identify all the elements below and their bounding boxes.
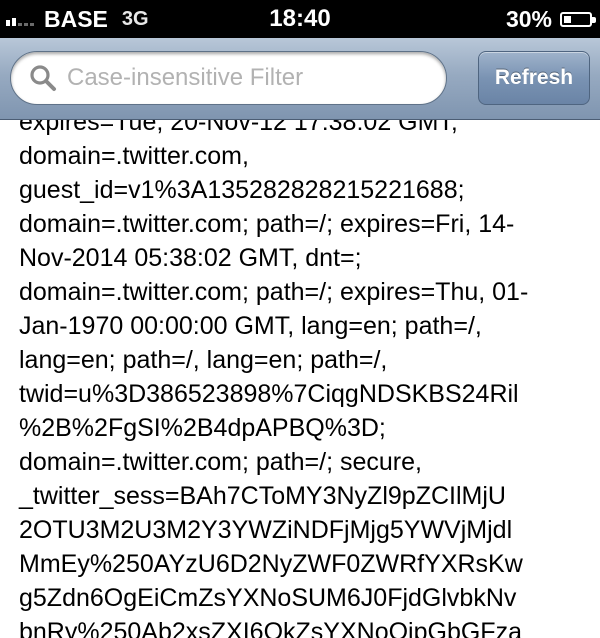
text-line: expires=Tue, 20-Nov-12 17:38:02 GMT; [19, 120, 458, 136]
search-icon [30, 65, 56, 91]
cookie-text-view[interactable]: expires=Tue, 20-Nov-12 17:38:02 GMT; dom… [0, 120, 600, 638]
text-line: %2B%2FgSI%2B4dpAPBQ%3D; [19, 414, 386, 442]
status-bar: BASE 3G 18:40 30% [0, 0, 600, 38]
battery-level [564, 15, 571, 23]
text-line: g5Zdn6OgEiCmZsYXNoSUM6J0FjdGlvbkNv [19, 584, 517, 612]
battery-icon [560, 11, 596, 27]
filter-input[interactable] [67, 52, 437, 104]
search-field[interactable] [10, 51, 447, 105]
search-toolbar: Refresh [0, 38, 600, 120]
cookie-text: expires=Tue, 20-Nov-12 17:38:02 GMT; dom… [19, 120, 579, 638]
text-line: domain=.twitter.com; path=/; expires=Fri… [19, 210, 515, 238]
text-line: domain=.twitter.com; path=/; secure, [19, 448, 422, 476]
text-line: 2OTU3M2U3M2Y3YWZiNDFjMjg5YWVjMjdl [19, 516, 513, 544]
text-line: lang=en; path=/, lang=en; path=/, [19, 346, 388, 374]
battery-tip [592, 16, 596, 23]
text-line: _twitter_sess=BAh7CToMY3NyZl9pZCIlMjU [19, 482, 506, 510]
text-line: bnRy%250Ab2xsZXI6OkZsYXNoOjpGbGFza [19, 618, 522, 638]
text-line: MmEy%250AYzU6D2NyZWF0ZWRfYXRsKw [19, 550, 523, 578]
status-right: 30% [505, 0, 596, 38]
text-line: Jan-1970 00:00:00 GMT, lang=en; path=/, [19, 312, 482, 340]
refresh-button[interactable]: Refresh [478, 51, 590, 105]
text-line: domain=.twitter.com; path=/; expires=Thu… [19, 278, 529, 306]
battery-percent: 30% [505, 5, 552, 32]
text-line: Nov-2014 05:38:02 GMT, dnt=; [19, 244, 362, 272]
text-line: domain=.twitter.com, [19, 142, 249, 170]
text-line: guest_id=v1%3A135282828215221688; [19, 176, 465, 204]
text-line: twid=u%3D386523898%7CiqgNDSKBS24Ril [19, 380, 519, 408]
